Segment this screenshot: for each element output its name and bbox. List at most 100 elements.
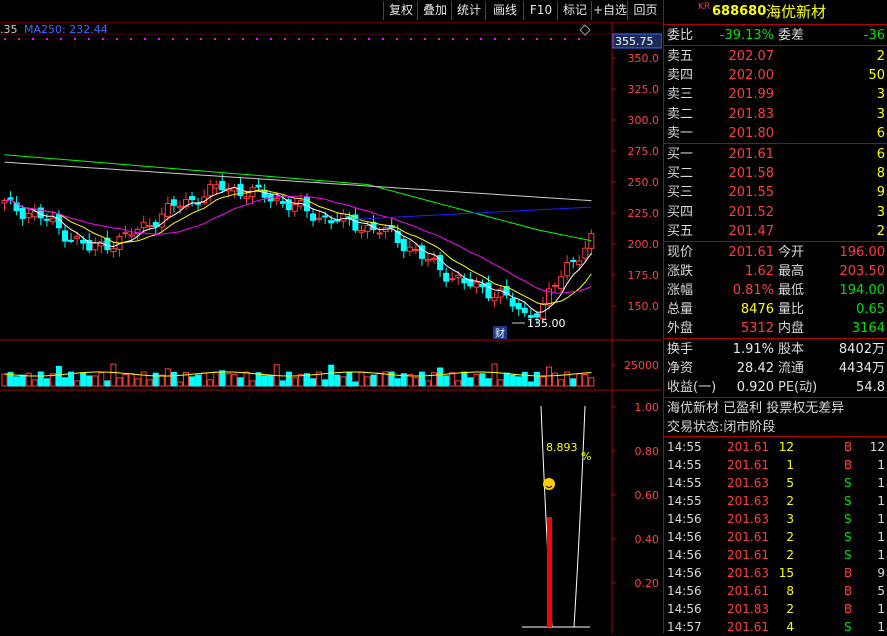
info-line-2: 交易状态:闭市阶段 (664, 418, 887, 437)
tick-row[interactable]: 14:55 201.63 2 S 1 (664, 492, 887, 510)
candle-body (1, 200, 8, 204)
tick-time: 14:56 (667, 584, 702, 598)
stats-row: 净资 28.42 流通 4434万 (664, 359, 887, 378)
volume-bar (394, 378, 401, 387)
candle-body (412, 249, 419, 252)
stats-label: PE(动) (778, 380, 818, 395)
price-axis-label: 325.0 (628, 83, 660, 96)
toolbar-button-7[interactable]: 回页 (627, 1, 663, 20)
volume-bar (261, 375, 268, 387)
toolbar-button-1[interactable]: 叠加 (417, 1, 452, 20)
candle-body (110, 247, 117, 253)
quote-label: 外盘 (667, 321, 694, 336)
tick-side: S (844, 512, 852, 526)
candle-body (80, 239, 87, 244)
tick-row[interactable]: 14:56 201.63 15 B 9 (664, 564, 887, 582)
toolbar-button-5[interactable]: 标记 (557, 1, 592, 20)
toolbar-button-3[interactable]: 画线 (485, 1, 524, 20)
tick-row[interactable]: 14:56 201.61 2 S 1 (664, 528, 887, 546)
volume-bar (98, 372, 105, 387)
tick-row[interactable]: 14:56 201.63 3 S 1 (664, 510, 887, 528)
bid-price: 201.61 (728, 147, 775, 162)
tick-row[interactable]: 14:56 201.61 2 S 1 (664, 546, 887, 564)
tick-count: 1 (877, 476, 885, 490)
marker-dot (480, 38, 482, 40)
volume-bar (455, 380, 462, 387)
toolbar-button-0[interactable]: 复权 (383, 1, 418, 20)
marker-dot (32, 38, 34, 40)
tick-side: B (844, 440, 853, 454)
toolbar-button-6[interactable]: +自选 (591, 1, 628, 20)
tick-row[interactable]: 14:56 201.61 8 B 5 (664, 582, 887, 600)
marker-dot (102, 38, 104, 40)
volume-bar (346, 371, 353, 387)
toolbar-button-2[interactable]: 统计 (451, 1, 486, 20)
tick-count: 9 (877, 566, 885, 580)
volume-bar (352, 381, 359, 387)
tick-volume: 12 (778, 440, 794, 454)
candle-body (189, 196, 196, 201)
volume-bar (503, 372, 510, 387)
tick-row[interactable]: 14:57 201.61 4 S 1 (664, 618, 887, 636)
candle-body (279, 201, 286, 204)
quote-value: 194.00 (839, 283, 886, 298)
candle-body (74, 236, 81, 240)
bid-row[interactable]: 买一 201.61 6 (664, 145, 887, 164)
last-price-value: 355.75 (615, 35, 654, 48)
volume-bar (86, 375, 93, 387)
candle-body (340, 213, 347, 222)
tick-price: 201.63 (727, 566, 769, 580)
quote-row: 总量 8476 量比 0.65 (664, 300, 887, 319)
ask-row[interactable]: 卖二 201.83 3 (664, 105, 887, 124)
kline-chart[interactable]: .35 MA250: 232.44 355.75 350.0 325.0 300.0 275… (0, 22, 662, 633)
toolbar-button-4[interactable]: F10 (523, 1, 558, 20)
volume-bar (80, 372, 87, 387)
candle-body (122, 232, 129, 235)
bid-row[interactable]: 买四 201.52 3 (664, 203, 887, 222)
stats-row: 收益(一) 0.920 PE(动) 54.8 (664, 378, 887, 397)
candle-body (322, 215, 329, 218)
quote-label: 总量 (667, 302, 694, 317)
volume-bar (176, 381, 183, 387)
bid-label: 买二 (667, 166, 694, 182)
quote-value: 8476 (740, 302, 774, 317)
candle-body (128, 234, 135, 237)
candle-body (273, 197, 280, 201)
ask-row[interactable]: 卖四 202.00 50 (664, 66, 887, 85)
tick-row[interactable]: 14:55 201.61 12 B 12 (664, 438, 887, 456)
volume-bar (291, 377, 298, 387)
tick-row[interactable]: 14:55 201.61 1 B 1 (664, 456, 887, 474)
ask-row[interactable]: 卖一 201.80 6 (664, 124, 887, 143)
low-price-label: 135.00 (527, 317, 566, 330)
candle-body (43, 218, 50, 221)
marker-dot (410, 38, 412, 40)
volume-bar (134, 378, 141, 387)
volume-bar (539, 376, 546, 387)
market-tag: KR (698, 2, 711, 12)
candle-body (231, 187, 238, 192)
ask-price: 202.00 (728, 68, 775, 84)
tick-side: B (844, 458, 853, 472)
tick-row[interactable]: 14:55 201.63 5 S 1 (664, 474, 887, 492)
bid-row[interactable]: 买五 201.47 2 (664, 222, 887, 241)
bid-label: 买三 (667, 185, 694, 201)
ma250-label: MA250: 232.44 (24, 23, 108, 36)
ask-row[interactable]: 卖三 201.99 3 (664, 85, 887, 104)
marker-dot (200, 38, 202, 40)
candle-body (376, 232, 383, 235)
tick-time: 14:55 (667, 494, 702, 508)
tick-row[interactable]: 14:56 201.83 2 B 1 (664, 600, 887, 618)
bid-row[interactable]: 买三 201.55 9 (664, 183, 887, 202)
tick-side: S (844, 620, 852, 634)
marker-dot (214, 38, 216, 40)
candle-body (406, 246, 413, 252)
diamond-icon[interactable] (579, 24, 591, 36)
marker-dot (508, 38, 510, 40)
ask-row[interactable]: 卖五 202.07 2 (664, 47, 887, 66)
tick-time: 14:57 (667, 620, 702, 634)
bid-row[interactable]: 买二 201.58 8 (664, 164, 887, 183)
tick-time: 14:56 (667, 566, 702, 580)
volume-bar (231, 373, 238, 387)
indicator-unit: % (581, 450, 591, 463)
tick-side: S (844, 494, 852, 508)
